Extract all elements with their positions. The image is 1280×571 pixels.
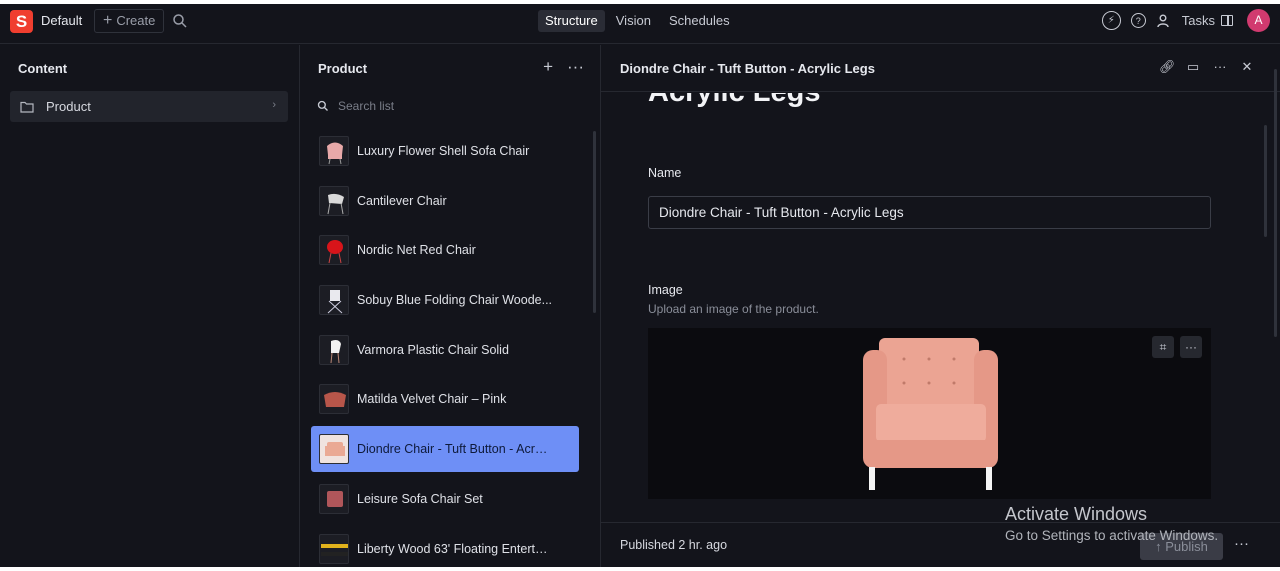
search-icon [317, 100, 328, 111]
more-options-icon[interactable]: ··· [1180, 336, 1202, 358]
close-icon[interactable]: ✕ [1240, 59, 1254, 75]
document-header: Diondre Chair - Tuft Button - Acrylic Le… [601, 45, 1280, 92]
product-thumbnail [319, 434, 349, 465]
watermark-line1: Activate Windows [1005, 504, 1148, 524]
name-field-label: Name [648, 166, 682, 180]
panel-icon [1221, 15, 1233, 26]
product-pane: Product + ··· Search list Luxury Flower … [300, 45, 601, 567]
product-thumbnail [319, 483, 349, 514]
list-item[interactable]: Matilda Velvet Chair – Pink [311, 376, 579, 422]
document-actions: 🔗︎ ▭ ··· ✕ [1159, 59, 1254, 75]
tab-structure[interactable]: Structure [538, 10, 605, 32]
list-item-name: Cantilever Chair [357, 193, 447, 208]
crop-icon[interactable]: ⌗ [1152, 336, 1174, 358]
product-thumbnail [319, 185, 349, 216]
list-item-selected[interactable]: Diondre Chair - Tuft Button - Acryli... [311, 426, 579, 473]
search-list[interactable]: Search list [317, 99, 394, 113]
product-thumbnail [319, 384, 349, 415]
document-body: Acrylic Legs Name Diondre Chair - Tuft B… [601, 93, 1280, 522]
product-thumbnail [319, 136, 349, 166]
link-icon[interactable]: 🔗︎ [1159, 59, 1176, 75]
product-title: Product [318, 61, 368, 76]
comment-icon[interactable]: ▭ [1186, 59, 1200, 75]
content-item-product[interactable]: Product › [10, 91, 288, 122]
window-scrollbar[interactable] [1274, 69, 1277, 337]
lightning-icon[interactable]: ⚡ [1101, 11, 1121, 30]
document-scrollbar[interactable] [1264, 125, 1267, 237]
document-pane: Diondre Chair - Tuft Button - Acrylic Le… [601, 45, 1280, 567]
content-title: Content [18, 61, 68, 76]
product-thumbnail [319, 285, 349, 316]
list-item[interactable]: Varmora Plastic Chair Solid [311, 327, 579, 373]
folder-icon [20, 101, 34, 113]
list-item-name: Liberty Wood 63' Floating Entertai... [357, 541, 553, 556]
list-item-name: Luxury Flower Shell Sofa Chair [357, 144, 530, 158]
image-field-description: Upload an image of the product. [648, 302, 819, 316]
publish-status: Published 2 hr. ago [620, 538, 728, 552]
help-icon[interactable]: ? [1130, 13, 1146, 28]
product-image [863, 338, 998, 490]
add-document-icon[interactable]: + [543, 58, 553, 75]
product-thumbnail [319, 334, 349, 365]
document-title: Diondre Chair - Tuft Button - Acrylic Le… [620, 61, 875, 76]
workspace-name[interactable]: Default [41, 13, 82, 28]
create-label: Create [116, 13, 156, 28]
list-item[interactable]: Luxury Flower Shell Sofa Chair [311, 128, 579, 174]
create-button[interactable]: + Create [94, 9, 165, 33]
windows-activation-watermark: Activate Windows Go to Settings to activ… [1005, 504, 1218, 543]
list-item-name: Nordic Net Red Chair [357, 243, 476, 258]
avatar[interactable]: A [1247, 9, 1270, 32]
more-options-icon[interactable]: ··· [567, 58, 584, 75]
tasks-label: Tasks [1181, 13, 1215, 28]
tab-schedules[interactable]: Schedules [662, 10, 737, 32]
top-right-actions: ⚡ ? Tasks A [1101, 9, 1270, 32]
name-field[interactable]: Diondre Chair - Tuft Button - Acrylic Le… [648, 196, 1211, 229]
chevron-right-icon: › [272, 99, 276, 111]
content-item-label: Product [46, 99, 91, 114]
list-scrollbar[interactable] [593, 131, 596, 313]
product-actions: + ··· [543, 58, 584, 75]
product-thumbnail [319, 235, 349, 266]
list-item-name: Leisure Sofa Chair Set [357, 491, 483, 506]
list-item-name: Varmora Plastic Chair Solid [357, 342, 509, 357]
search-icon[interactable] [172, 13, 188, 29]
people-icon[interactable] [1156, 13, 1172, 29]
sanity-logo[interactable]: S [10, 10, 33, 33]
image-preview[interactable]: ⌗ ··· [648, 328, 1211, 499]
more-options-icon[interactable]: ··· [1213, 59, 1227, 75]
tasks-button[interactable]: Tasks [1182, 13, 1233, 28]
more-options-icon[interactable]: ··· [1234, 535, 1249, 552]
list-item-name: Diondre Chair - Tuft Button - Acryli... [357, 442, 553, 457]
search-placeholder: Search list [338, 99, 395, 113]
watermark-line2: Go to Settings to activate Windows. [1005, 528, 1219, 543]
list-item[interactable]: Nordic Net Red Chair [311, 227, 579, 273]
tool-nav: Structure Vision Schedules [538, 10, 737, 32]
content-pane: Content Product › [0, 45, 300, 567]
plus-icon: + [103, 12, 113, 29]
product-thumbnail [319, 533, 349, 564]
product-list: Luxury Flower Shell Sofa Chair Cantileve… [311, 128, 579, 567]
studio-app: S Default + Create Structure Vision Sche… [0, 4, 1280, 567]
list-item[interactable]: Sobuy Blue Folding Chair Woode... [311, 277, 579, 323]
list-item[interactable]: Cantilever Chair [311, 178, 579, 224]
tab-vision[interactable]: Vision [609, 10, 658, 32]
top-bar: S Default + Create Structure Vision Sche… [0, 4, 1280, 44]
image-field-label: Image [648, 283, 683, 297]
list-item-name: Sobuy Blue Folding Chair Woode... [357, 293, 553, 308]
document-heading: Acrylic Legs [648, 93, 820, 109]
list-item[interactable]: Leisure Sofa Chair Set [311, 476, 579, 522]
list-item-name: Matilda Velvet Chair – Pink [357, 392, 507, 407]
list-item[interactable]: Liberty Wood 63' Floating Entertai... [311, 526, 579, 568]
